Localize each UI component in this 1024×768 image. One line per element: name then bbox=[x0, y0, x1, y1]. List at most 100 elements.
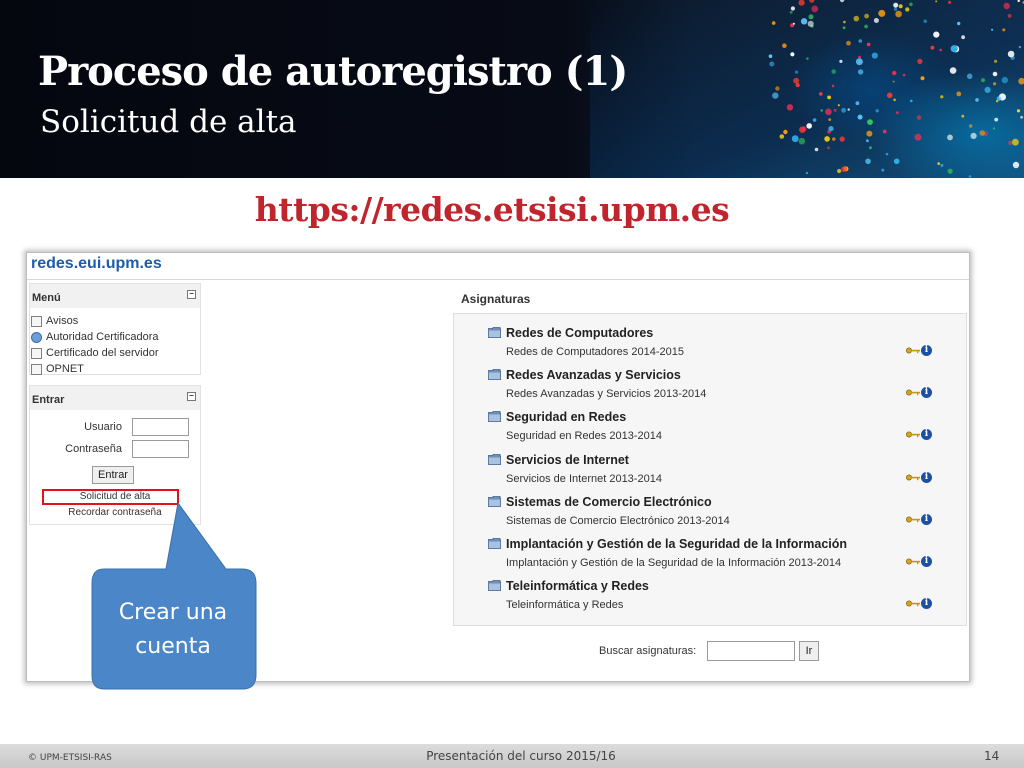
search-button[interactable]: Ir bbox=[799, 641, 819, 661]
fiber-light-dot bbox=[892, 70, 897, 76]
fiber-light-dot bbox=[950, 45, 958, 53]
slide-footer: © UPM-ETSISI-RAS Presentación del curso … bbox=[0, 744, 1024, 768]
course-title-link[interactable]: Redes de Computadores bbox=[506, 326, 653, 340]
notice-icon bbox=[31, 316, 42, 327]
fiber-light-dot bbox=[961, 35, 965, 40]
key-icon[interactable] bbox=[906, 516, 920, 523]
fiber-light-dot bbox=[969, 124, 973, 128]
course-title-link[interactable]: Teleinformática y Redes bbox=[506, 579, 649, 593]
key-icon[interactable] bbox=[906, 558, 920, 565]
login-header: Entrar − bbox=[30, 386, 200, 410]
fiber-light-dot bbox=[858, 55, 861, 59]
info-icon[interactable]: i bbox=[921, 471, 932, 483]
key-icon[interactable] bbox=[906, 347, 920, 354]
fiber-light-dot bbox=[798, 137, 806, 145]
course-title-link[interactable]: Servicios de Internet bbox=[506, 453, 629, 467]
fiber-light-dot bbox=[857, 69, 864, 75]
fiber-light-dot bbox=[892, 80, 895, 83]
course-title-link[interactable]: Implantación y Gestión de la Seguridad d… bbox=[506, 537, 847, 551]
menu-item-certificado-servidor[interactable]: Certificado del servidor bbox=[30, 346, 200, 362]
fiber-light-dot bbox=[1017, 0, 1020, 3]
fiber-light-dot bbox=[772, 92, 779, 99]
course-actions: i bbox=[906, 555, 936, 569]
fiber-light-dot bbox=[793, 77, 800, 84]
key-icon[interactable] bbox=[906, 389, 920, 396]
course-title-link[interactable]: Seguridad en Redes bbox=[506, 410, 626, 424]
fiber-light-dot bbox=[820, 109, 823, 112]
fiber-light-dot bbox=[771, 21, 776, 25]
search-input[interactable] bbox=[707, 641, 795, 661]
key-icon[interactable] bbox=[906, 431, 920, 438]
document-icon bbox=[31, 364, 42, 375]
fiber-light-dot bbox=[775, 86, 780, 91]
fiber-light-dot bbox=[1001, 76, 1008, 84]
course-title-link[interactable]: Redes Avanzadas y Servicios bbox=[506, 368, 681, 382]
fiber-light-dot bbox=[808, 14, 814, 20]
fiber-light-dot bbox=[961, 114, 965, 118]
login-button[interactable]: Entrar bbox=[92, 466, 134, 484]
course-item: Servicios de Internet Servicios de Intern… bbox=[454, 451, 966, 493]
fiber-light-dot bbox=[786, 104, 794, 111]
fiber-light-dot bbox=[893, 158, 900, 165]
course-title-link[interactable]: Sistemas de Comercio Electrónico bbox=[506, 495, 712, 509]
fiber-light-dot bbox=[842, 26, 846, 30]
course-subtitle-link[interactable]: Redes Avanzadas y Servicios 2013-2014 bbox=[506, 388, 706, 400]
info-icon[interactable]: i bbox=[921, 429, 932, 441]
info-icon[interactable]: i bbox=[921, 513, 932, 525]
fiber-light-dot bbox=[1007, 14, 1012, 18]
info-icon[interactable]: i bbox=[921, 387, 932, 399]
folder-icon bbox=[488, 453, 501, 465]
folder-icon bbox=[488, 538, 501, 549]
key-icon[interactable] bbox=[906, 474, 920, 481]
info-icon[interactable]: i bbox=[921, 556, 932, 567]
fiber-light-dot bbox=[847, 108, 850, 111]
fiber-light-dot bbox=[839, 136, 845, 142]
course-actions: i bbox=[906, 386, 936, 400]
fiber-light-dot bbox=[825, 108, 832, 116]
folder-icon bbox=[488, 495, 501, 507]
course-subtitle-link[interactable]: Seguridad en Redes 2013-2014 bbox=[506, 430, 662, 442]
folder-icon bbox=[488, 369, 501, 381]
header-divider bbox=[27, 279, 969, 280]
collapse-login-icon[interactable]: − bbox=[187, 392, 196, 401]
site-name-link[interactable]: redes.eui.upm.es bbox=[31, 255, 162, 273]
callout-text: Crear una cuenta bbox=[94, 596, 252, 664]
collapse-menu-icon[interactable]: − bbox=[187, 290, 196, 299]
info-icon[interactable]: i bbox=[921, 345, 932, 356]
fiber-light-dot bbox=[873, 18, 879, 23]
callout-text-line: Crear una bbox=[118, 600, 228, 625]
course-subtitle-link[interactable]: Redes de Computadores 2014-2015 bbox=[506, 346, 684, 358]
menu-item-autoridad-certificadora[interactable]: Autoridad Certificadora bbox=[30, 330, 200, 346]
fiber-light-dot bbox=[831, 69, 836, 74]
course-subtitle-link[interactable]: Servicios de Internet 2013-2014 bbox=[506, 473, 662, 485]
course-actions: i bbox=[906, 471, 936, 485]
course-actions: i bbox=[906, 513, 936, 527]
fiber-light-dot bbox=[939, 48, 943, 52]
courses-title: Asignaturas bbox=[461, 292, 531, 306]
fiber-light-dot bbox=[947, 134, 953, 141]
username-input[interactable] bbox=[132, 418, 189, 436]
fiber-light-dot bbox=[947, 168, 953, 174]
course-subtitle-link[interactable]: Implantación y Gestión de la Seguridad d… bbox=[506, 557, 841, 569]
fiber-light-dot bbox=[867, 119, 873, 125]
info-icon[interactable]: i bbox=[921, 598, 932, 610]
fiber-light-dot bbox=[792, 22, 795, 25]
globe-icon bbox=[31, 332, 42, 343]
fiber-light-dot bbox=[871, 52, 878, 59]
course-subtitle-link[interactable]: Sistemas de Comercio Electrónico 2013-20… bbox=[506, 515, 730, 527]
course-subtitle-link[interactable]: Teleinformática y Redes bbox=[506, 599, 623, 611]
fiber-light-dot bbox=[1007, 50, 1015, 58]
fiber-light-dot bbox=[865, 158, 871, 165]
fiber-light-dot bbox=[940, 163, 944, 167]
fiber-light-dot bbox=[1016, 109, 1021, 113]
login-header-label: Entrar bbox=[32, 394, 65, 406]
slide-subtitle: Solicitud de alta bbox=[40, 104, 297, 140]
menu-item-avisos[interactable]: Avisos bbox=[30, 314, 200, 330]
page-number: 14 bbox=[984, 749, 1000, 763]
password-input[interactable] bbox=[132, 440, 189, 458]
key-icon[interactable] bbox=[906, 600, 920, 607]
menu-item-opnet[interactable]: OPNET bbox=[30, 362, 200, 378]
fiber-light-dot bbox=[839, 0, 845, 3]
fiber-light-dot bbox=[893, 2, 899, 8]
password-row: Contraseña bbox=[30, 438, 200, 460]
